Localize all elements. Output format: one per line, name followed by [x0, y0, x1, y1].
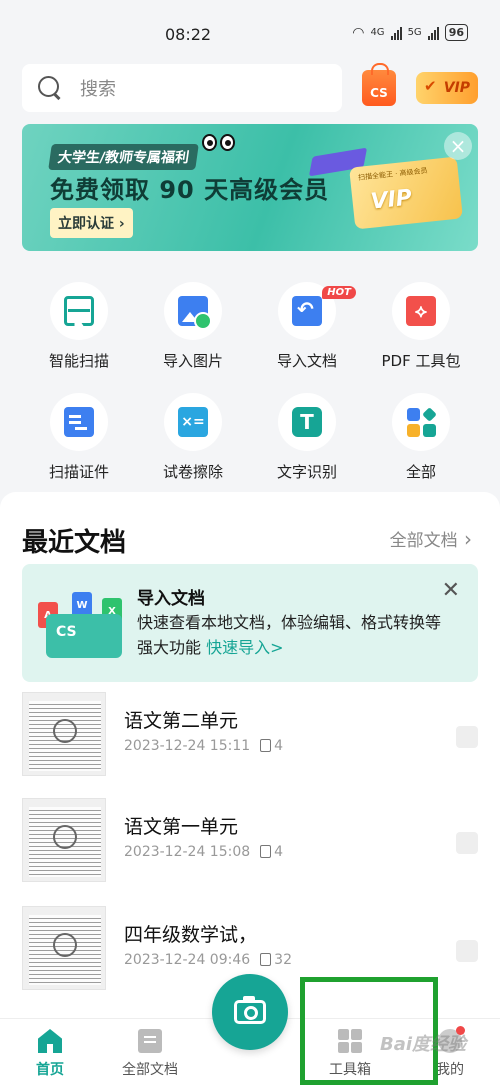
document-time: 2023-12-24 15:11: [124, 738, 251, 754]
hot-badge: HOT: [322, 286, 356, 299]
select-checkbox[interactable]: [456, 940, 478, 962]
home-icon: [38, 1029, 62, 1053]
import-card-close-button[interactable]: ✕: [442, 578, 460, 603]
status-bar: 08:22 ◠ 4G 5G 96: [0, 0, 500, 60]
tool-label: 智能扫描: [48, 352, 109, 370]
watermark: Bai度经验: [380, 1034, 467, 1055]
tool-ocr[interactable]: T 文字识别: [250, 393, 364, 482]
vip-card-image: 扫描全能王 · 高级会员 VIP: [349, 156, 463, 230]
id-card-icon: [64, 407, 94, 437]
paper-erase-icon: ×=: [178, 407, 208, 437]
select-checkbox[interactable]: [456, 726, 478, 748]
tool-label: 全部: [405, 463, 436, 481]
tool-paper-erase[interactable]: ×= 试卷擦除: [136, 393, 250, 482]
nav-home[interactable]: 首页: [5, 1029, 95, 1079]
tool-label: 导入图片: [162, 352, 223, 370]
document-thumbnail: [22, 906, 106, 990]
network-label-1: 4G: [370, 27, 385, 38]
page-count: 4: [260, 738, 283, 754]
document-row[interactable]: 语文第二单元 2023-12-24 15:11 4: [22, 692, 478, 778]
nav-all-docs[interactable]: 全部文档: [105, 1029, 195, 1079]
status-icons: ◠ 4G 5G 96: [352, 24, 468, 41]
import-card-desc: 快速查看本地文档，体验编辑、格式转换等强大功能 快速导入>: [137, 610, 447, 660]
document-icon: [138, 1029, 162, 1053]
ocr-icon: T: [292, 407, 322, 437]
promo-banner[interactable]: 大学生/教师专属福利 免费领取 90 天高级会员 立即认证 › 扫描全能王 · …: [22, 124, 478, 251]
vip-button[interactable]: VIP: [416, 72, 478, 104]
import-image-icon: [178, 296, 212, 330]
document-meta: 2023-12-24 15:11 4: [124, 738, 283, 754]
document-meta: 2023-12-24 09:46 32: [124, 952, 292, 968]
tool-label: 导入文档: [276, 352, 337, 370]
document-name: 四年级数学试，: [124, 924, 258, 946]
network-label-2: 5G: [407, 27, 422, 38]
tool-label: 扫描证件: [48, 463, 109, 481]
all-tools-icon: [406, 406, 437, 437]
document-time: 2023-12-24 15:08: [124, 844, 251, 860]
import-doc-icon: [292, 296, 322, 326]
folder-illustration: A W X CS: [32, 584, 132, 664]
tool-label: 文字识别: [276, 463, 337, 481]
search-input[interactable]: 搜索: [22, 64, 342, 112]
import-doc-card[interactable]: A W X CS 导入文档 快速查看本地文档，体验编辑、格式转换等强大功能 快速…: [22, 564, 478, 682]
pdf-icon: ⟡: [406, 296, 436, 326]
scan-icon: [64, 296, 94, 326]
tool-import-image[interactable]: 导入图片: [136, 282, 250, 371]
page-count: 4: [260, 844, 283, 860]
shop-bag-icon[interactable]: CS: [362, 63, 396, 106]
tool-label: PDF 工具包: [381, 352, 461, 370]
verify-button[interactable]: 立即认证 ›: [50, 208, 133, 238]
tool-pdf-kit[interactable]: ⟡ PDF 工具包: [364, 282, 478, 371]
tool-scan-id[interactable]: 扫描证件: [22, 393, 136, 482]
signal-icon: [390, 26, 402, 40]
battery-icon: 96: [444, 24, 468, 41]
document-name: 语文第二单元: [124, 710, 239, 732]
pages-icon: [260, 953, 272, 966]
pages-icon: [260, 739, 272, 752]
search-placeholder: 搜索: [80, 79, 116, 100]
status-time: 08:22: [165, 25, 212, 44]
document-time: 2023-12-24 09:46: [124, 952, 251, 968]
tool-label: 试卷擦除: [162, 463, 223, 481]
banner-title: 免费领取 90 天高级会员: [50, 176, 330, 204]
signal-icon-2: [427, 26, 439, 40]
document-thumbnail: [22, 692, 106, 776]
camera-button[interactable]: [212, 974, 288, 1050]
tool-all[interactable]: 全部: [364, 393, 478, 482]
document-row[interactable]: 语文第一单元 2023-12-24 15:08 4: [22, 798, 478, 884]
banner-tag: 大学生/教师专属福利: [48, 144, 199, 170]
vip-card-label: VIP: [369, 185, 414, 215]
vip-card-text: 扫描全能王 · 高级会员: [357, 166, 428, 182]
folder-icon: CS: [46, 614, 122, 658]
recent-title: 最近文档: [22, 528, 127, 558]
search-icon: [38, 76, 62, 100]
document-thumbnail: [22, 798, 106, 882]
nav-label: 我的: [436, 1062, 464, 1078]
tool-import-doc[interactable]: HOT 导入文档: [250, 282, 364, 371]
select-checkbox[interactable]: [456, 832, 478, 854]
page-count: 32: [260, 952, 292, 968]
nav-label: 全部文档: [122, 1062, 178, 1078]
pages-icon: [260, 845, 272, 858]
all-documents-link[interactable]: 全部文档: [390, 526, 472, 551]
nav-label: 首页: [36, 1062, 64, 1078]
tool-smart-scan[interactable]: 智能扫描: [22, 282, 136, 371]
camera-icon: [234, 996, 266, 1024]
document-name: 语文第一单元: [124, 816, 239, 838]
eyes-icon: [202, 134, 240, 156]
import-card-desc-text: 快速查看本地文档，体验编辑、格式转换等强大功能: [137, 613, 442, 657]
wifi-icon: ◠: [352, 24, 365, 41]
banner-close-button[interactable]: ×: [444, 132, 472, 160]
tool-grid: 智能扫描 导入图片 HOT 导入文档 ⟡ PDF 工具包 扫描证件 ×= 试卷擦…: [22, 282, 478, 482]
document-meta: 2023-12-24 15:08 4: [124, 844, 283, 860]
quick-import-link[interactable]: 快速导入>: [206, 638, 283, 657]
import-card-title: 导入文档: [137, 589, 205, 609]
